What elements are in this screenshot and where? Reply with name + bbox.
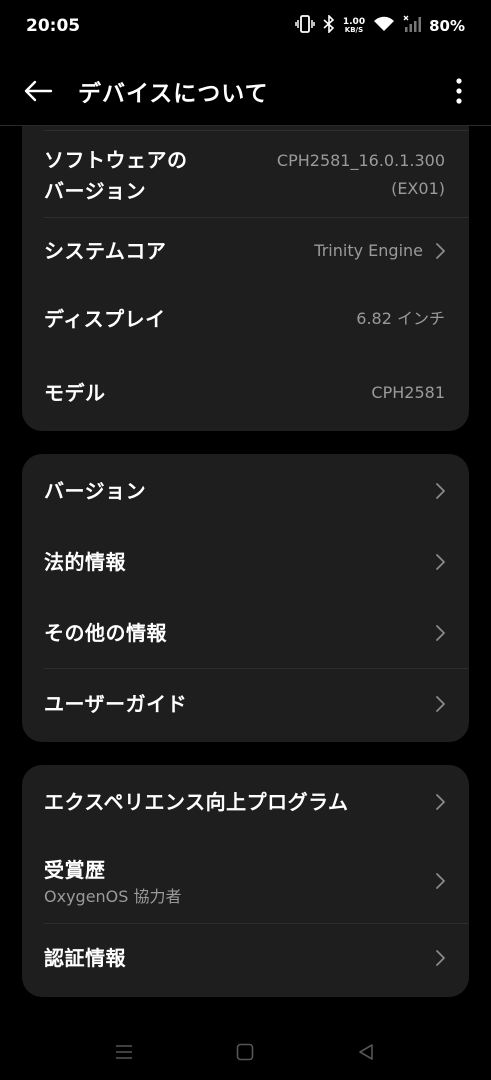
awards-label: 受賞歴 [44, 857, 106, 882]
home-button[interactable] [231, 1038, 259, 1066]
version-row[interactable]: バージョン [22, 458, 469, 524]
more-options-button[interactable] [449, 72, 469, 110]
divider [44, 923, 469, 924]
software-version-label-line1: ソフトウェアの [44, 148, 188, 172]
legal-info-row[interactable]: 法的情報 [22, 529, 469, 595]
square-icon [236, 1043, 254, 1061]
page-title: デバイスについて [78, 81, 269, 107]
recent-apps-button[interactable] [110, 1038, 138, 1066]
network-speed-value: 1.00 [342, 17, 366, 27]
system-navigation-bar [0, 1020, 491, 1080]
divider [44, 668, 469, 669]
chevron-right-icon [436, 243, 445, 259]
wifi-icon [373, 15, 395, 37]
legal-info-label: 法的情報 [44, 549, 126, 574]
system-core-label: システムコア [44, 238, 167, 263]
cellular-signal-icon [403, 15, 422, 37]
experience-program-label: エクスペリエンス向上プログラム [44, 789, 349, 814]
user-guide-row[interactable]: ユーザーガイド [22, 671, 469, 737]
more-vertical-icon [456, 78, 462, 104]
system-core-row[interactable]: システムコア Trinity Engine [22, 218, 469, 284]
network-speed-unit: KB/S [344, 26, 364, 34]
vibrate-icon [295, 15, 315, 37]
device-info-card: ソフトウェアの バージョン CPH2581_16.0.1.300 (EX01) … [22, 126, 469, 431]
software-version-row[interactable]: ソフトウェアの バージョン CPH2581_16.0.1.300 (EX01) [22, 144, 469, 208]
awards-sublabel: OxygenOS 協力者 [44, 886, 182, 906]
other-info-row[interactable]: その他の情報 [22, 600, 469, 666]
back-button[interactable] [20, 73, 56, 109]
chevron-right-icon [436, 696, 445, 712]
certification-label: 認証情報 [44, 945, 126, 970]
divider [44, 130, 469, 131]
model-row: モデル CPH2581 [22, 360, 469, 426]
user-guide-label: ユーザーガイド [44, 691, 188, 716]
menu-lines-icon [116, 1045, 132, 1059]
status-time: 20:05 [26, 16, 81, 36]
software-version-value-line2: (EX01) [391, 179, 445, 198]
version-label: バージョン [44, 478, 147, 503]
model-label: モデル [44, 380, 106, 405]
bluetooth-icon [323, 14, 335, 37]
status-icons: 1.00 KB/S 80% [295, 14, 465, 38]
experience-program-row[interactable]: エクスペリエンス向上プログラム [22, 769, 469, 835]
network-speed: 1.00 KB/S [342, 17, 366, 35]
info-links-card: バージョン 法的情報 その他の情報 ユーザーガイド [22, 454, 469, 742]
awards-row[interactable]: 受賞歴 OxygenOS 協力者 [22, 845, 469, 917]
triangle-back-icon [359, 1044, 373, 1060]
chevron-right-icon [436, 873, 445, 889]
certification-row[interactable]: 認証情報 [22, 925, 469, 991]
back-arrow-icon [24, 80, 53, 102]
chevron-right-icon [436, 483, 445, 499]
chevron-right-icon [436, 794, 445, 810]
back-nav-button[interactable] [352, 1038, 380, 1066]
other-info-label: その他の情報 [44, 620, 167, 645]
chevron-right-icon [436, 950, 445, 966]
display-row: ディスプレイ 6.82 インチ [22, 286, 469, 352]
chevron-right-icon [436, 625, 445, 641]
software-version-label-line2: バージョン [44, 179, 147, 203]
software-version-value-line1: CPH2581_16.0.1.300 [276, 151, 445, 170]
status-bar: 20:05 1.00 KB/S 80% [0, 0, 491, 52]
display-value: 6.82 インチ [356, 309, 445, 328]
programs-card: エクスペリエンス向上プログラム 受賞歴 OxygenOS 協力者 認証情報 [22, 765, 469, 997]
system-core-value: Trinity Engine [314, 241, 423, 260]
display-label: ディスプレイ [44, 306, 166, 331]
model-value: CPH2581 [371, 383, 445, 402]
app-bar: デバイスについて [0, 60, 491, 122]
chevron-right-icon [436, 554, 445, 570]
battery-level: 80% [429, 17, 465, 35]
